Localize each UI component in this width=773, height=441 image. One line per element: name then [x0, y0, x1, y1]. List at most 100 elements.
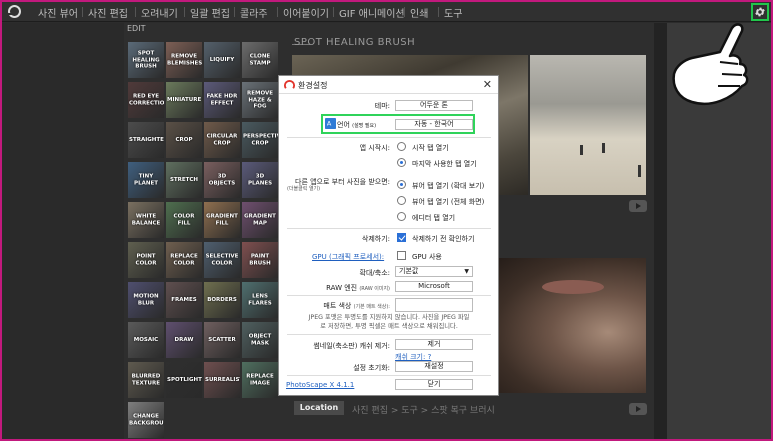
tool-tile[interactable]: CROP — [166, 122, 202, 158]
matte-sublabel: (기본 매트 색상): — [353, 304, 390, 310]
tool-label: 3D PLANES — [247, 173, 273, 187]
menu-item[interactable]: GIF 애니메이션 — [339, 5, 405, 20]
menu-item[interactable]: 도구 — [444, 5, 462, 20]
tool-tile[interactable]: FAKE HDR EFFECT — [204, 82, 240, 118]
tool-tile[interactable]: MINIATURE — [166, 82, 202, 118]
tool-tile[interactable]: REMOVE BLEMISHES — [166, 42, 202, 78]
receive-option-editor[interactable] — [397, 212, 406, 221]
tool-tile[interactable]: STRETCH — [166, 162, 202, 198]
tool-label: TINY PLANET — [134, 173, 158, 187]
app-logo-icon[interactable] — [8, 5, 21, 18]
tool-tile[interactable]: 3D OBJECTS — [204, 162, 240, 198]
close-button[interactable]: 닫기 — [395, 379, 473, 390]
tool-tile[interactable]: SCATTER — [204, 322, 240, 358]
menu-separator — [234, 7, 235, 17]
zoom-label: 확대/축소: — [359, 269, 390, 277]
menu-item[interactable]: 인쇄 — [410, 5, 428, 20]
tool-tile[interactable]: COLOR FILL — [166, 202, 202, 238]
tool-tile[interactable]: 3D PLANES — [242, 162, 278, 198]
tool-tile[interactable]: MOTION BLUR — [128, 282, 164, 318]
tool-label: FRAMES — [171, 296, 197, 303]
receive-option-viewer-zoom[interactable] — [397, 180, 406, 189]
close-icon[interactable]: ✕ — [483, 78, 492, 91]
svg-text:A: A — [327, 119, 332, 127]
receive-sublabel: (더블클릭 열기) — [287, 186, 321, 192]
tool-tile[interactable]: MOSAIC — [128, 322, 164, 358]
tool-tile[interactable]: GRADIENT MAP — [242, 202, 278, 238]
tool-tile[interactable]: PAINT BRUSH — [242, 242, 278, 278]
video-play-icon[interactable] — [629, 200, 647, 212]
menu-item[interactable]: 오려내기 — [141, 5, 178, 20]
menu-item[interactable]: 사진 뷰어 — [38, 5, 78, 20]
tool-tile[interactable]: SPOTLIGHT — [166, 362, 202, 398]
gpu-checkbox[interactable] — [397, 251, 406, 260]
delete-confirm-checkbox[interactable] — [397, 233, 406, 242]
matte-description-line: 로 저장하면, 투명 픽셀은 매트 색상으로 채워집니다. — [320, 322, 458, 330]
tool-label: DRAW — [174, 336, 194, 343]
menu-item[interactable]: 이어붙이기 — [283, 5, 329, 20]
delete-label: 삭제하기: — [361, 235, 390, 243]
tool-tile[interactable]: BORDERS — [204, 282, 240, 318]
sample-photo-beach — [530, 55, 646, 195]
tool-tile[interactable]: BLURRED TEXTURE — [128, 362, 164, 398]
zoom-select[interactable]: 기본값 ▼ — [395, 266, 473, 277]
receive-option-viewer-full[interactable] — [397, 196, 406, 205]
tool-tile[interactable]: WHITE BALANCE — [128, 202, 164, 238]
tool-tile[interactable]: SPOT HEALING BRUSH — [128, 42, 164, 78]
tool-tile[interactable]: CIRCULAR CROP — [204, 122, 240, 158]
tool-label: COLOR FILL — [173, 213, 195, 227]
menu-item[interactable]: 사진 편집 — [88, 5, 128, 20]
tool-label: LIQUIFY — [209, 56, 235, 63]
tool-label: SPOT HEALING BRUSH — [132, 50, 160, 70]
tool-tile[interactable]: DRAW — [166, 322, 202, 358]
raw-engine-select[interactable]: Microsoft — [395, 281, 473, 292]
tool-tile[interactable]: PERSPECTIVE CROP — [242, 122, 278, 158]
tool-tile[interactable]: FRAMES — [166, 282, 202, 318]
location-button[interactable]: Location — [294, 401, 344, 415]
tool-tile[interactable]: POINT COLOR — [128, 242, 164, 278]
clear-cache-button[interactable]: 제거 — [395, 339, 473, 350]
tool-tile[interactable]: LIQUIFY — [204, 42, 240, 78]
tool-tile[interactable]: REPLACE IMAGE — [242, 362, 278, 398]
tool-tile[interactable]: CHANGE BACKGROUND — [128, 402, 164, 438]
tool-tile[interactable]: CLONE STAMP — [242, 42, 278, 78]
app-logo-icon — [284, 80, 295, 89]
app-window: 사진 뷰어 사진 편집 오려내기 일괄 편집 콜라주 이어붙이기 GIF 애니메이션 인쇄 도구… — [0, 0, 773, 441]
tool-label: REPLACE COLOR — [170, 253, 198, 267]
tool-label: SURREALISTIC — [205, 376, 240, 383]
tool-heading: SPOT HEALING BRUSH — [294, 37, 416, 48]
video-play-icon[interactable] — [629, 403, 647, 415]
startup-option-last-tab[interactable] — [397, 158, 406, 167]
tool-tile[interactable]: LENS FLARES — [242, 282, 278, 318]
dialog-title: 환경설정 — [298, 81, 328, 90]
matte-description-line: JPEG 포맷은 투명도를 지원하지 않습니다. 사진을 JPEG 파일 — [308, 314, 470, 321]
tool-tile[interactable]: GRADIENT FILL — [204, 202, 240, 238]
tool-label: BORDERS — [207, 296, 237, 303]
startup-option-start-tab[interactable] — [397, 142, 406, 151]
tool-tile[interactable]: REPLACE COLOR — [166, 242, 202, 278]
divider — [287, 137, 491, 138]
language-select[interactable]: 자동 - 한국어 — [395, 119, 473, 130]
version-link[interactable]: PhotoScape X 4.1.1 — [286, 381, 354, 389]
tool-tile[interactable]: STRAIGHTEN — [128, 122, 164, 158]
pointing-hand-icon — [672, 23, 749, 105]
reset-button[interactable]: 재설정 — [395, 361, 473, 372]
tool-tile[interactable]: OBJECT MASK — [242, 322, 278, 358]
tool-label: SCATTER — [208, 336, 236, 343]
theme-select[interactable]: 어두운 톤 — [395, 100, 473, 111]
tool-tile[interactable]: SELECTIVE COLOR — [204, 242, 240, 278]
tool-tile[interactable]: REMOVE HAZE & FOG — [242, 82, 278, 118]
gpu-link[interactable]: GPU (그래픽 프로세서): — [312, 252, 384, 262]
divider — [287, 334, 491, 335]
tool-label: MINIATURE — [167, 96, 202, 103]
menu-separator — [82, 7, 83, 17]
tool-tile[interactable]: TINY PLANET — [128, 162, 164, 198]
preferences-dialog: 환경설정 ✕ 테마: 어두운 톤 A 언어 (설명 필요) 자동 - 한국어 앱… — [278, 75, 499, 396]
startup-label: 앱 시작시: — [359, 144, 390, 152]
tool-tile[interactable]: RED EYE CORRECTION — [128, 82, 164, 118]
person-figure — [580, 145, 583, 155]
matte-color-swatch[interactable] — [395, 298, 473, 312]
menu-item[interactable]: 일괄 편집 — [190, 5, 230, 20]
tool-tile[interactable]: SURREALISTIC — [204, 362, 240, 398]
menu-item[interactable]: 콜라주 — [240, 5, 268, 20]
